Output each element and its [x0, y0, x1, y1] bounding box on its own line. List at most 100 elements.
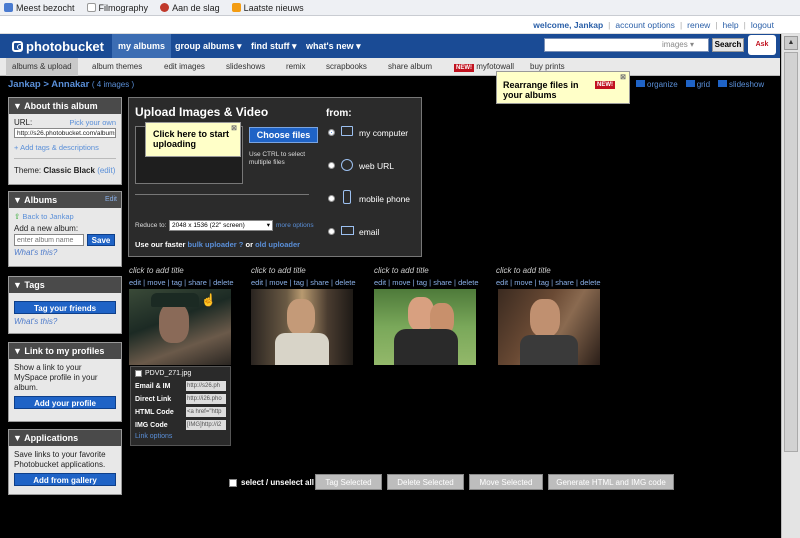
renew-link[interactable]: renew [687, 20, 710, 30]
help-link[interactable]: help [723, 20, 739, 30]
thumb-1-actions[interactable]: edit | move | tag | share | delete [129, 278, 234, 287]
subnav-album-themes[interactable]: album themes [86, 58, 148, 76]
img-code-field[interactable]: [IMG]http://i2 [186, 420, 226, 430]
firefox-icon [160, 3, 170, 12]
help-icon[interactable]: ? [239, 240, 244, 249]
subnav-slideshows[interactable]: slideshows [220, 58, 271, 76]
source-email[interactable]: email [359, 227, 379, 237]
account-options-link[interactable]: account options [615, 20, 675, 30]
bookmark-latest-news[interactable]: Laatste nieuws [231, 3, 304, 13]
subnav-remix[interactable]: remix [280, 58, 312, 76]
move-selected-button[interactable]: Move Selected [469, 474, 543, 490]
thumb-4-actions[interactable]: edit | move | tag | share | delete [496, 278, 601, 287]
choose-files-button[interactable]: Choose files [249, 127, 318, 143]
add-from-gallery-button[interactable]: Add from gallery [14, 473, 116, 486]
email-im-code-field[interactable]: http://s26.ph [186, 381, 226, 391]
thumb-2-caption[interactable]: click to add title [251, 266, 306, 275]
tag-selected-button[interactable]: Tag Selected [315, 474, 382, 490]
bookmark-most-visited[interactable]: Meest bezocht [4, 3, 75, 13]
nav-whats-new[interactable]: what's new ▾ [300, 34, 367, 58]
close-icon[interactable]: ⊠ [620, 73, 626, 81]
pick-url-link[interactable]: Pick your own [69, 118, 116, 127]
select-all-control[interactable]: select / unselect all [229, 478, 314, 487]
portrait-cap [151, 293, 199, 307]
more-options-link[interactable]: more options [276, 222, 314, 229]
edit-theme-link[interactable]: (edit) [97, 166, 115, 175]
profiles-panel: ▼ Link to my profiles Show a link to you… [8, 342, 122, 422]
thumb-3-caption[interactable]: click to add title [374, 266, 429, 275]
generate-code-button[interactable]: Generate HTML and IMG code [548, 474, 674, 490]
thumb-3-image[interactable] [374, 289, 476, 365]
select-all-checkbox[interactable] [229, 478, 237, 487]
whats-this-link[interactable]: What's this? [14, 317, 116, 326]
photobucket-logo[interactable]: photobucket [12, 38, 104, 54]
breadcrumb-user[interactable]: Jankap [8, 79, 41, 90]
new-album-input[interactable] [14, 234, 84, 246]
portrait-clothes [520, 335, 578, 365]
tags-header[interactable]: ▼ Tags [9, 277, 121, 293]
up-arrow-icon: ⇧ [14, 212, 21, 221]
tags-panel: ▼ Tags Tag your friends What's this? [8, 276, 122, 334]
view-organize[interactable]: organize [636, 80, 678, 89]
thumb-1-image[interactable]: ☝ [129, 289, 231, 365]
breadcrumb-album[interactable]: Annakar [51, 79, 89, 90]
add-profile-button[interactable]: Add your profile [14, 396, 116, 409]
thumb-3-actions[interactable]: edit | move | tag | share | delete [374, 278, 479, 287]
scroll-thumb[interactable] [784, 52, 798, 452]
thumb-2-actions[interactable]: edit | move | tag | share | delete [251, 278, 356, 287]
back-link: ⇧ Back to Jankap [14, 212, 74, 221]
select-checkbox[interactable] [135, 370, 142, 377]
nav-find-stuff[interactable]: find stuff ▾ [245, 34, 303, 58]
bookmarks-bar: Meest bezocht Filmography Aan de slag La… [0, 0, 800, 16]
bookmark-filmography[interactable]: Filmography [86, 3, 148, 13]
html-code-field[interactable]: <a href="http [186, 407, 226, 417]
thumb-4-caption[interactable]: click to add title [496, 266, 551, 275]
source-my-computer[interactable]: my computer [359, 128, 408, 138]
source-mobile-phone[interactable]: mobile phone [359, 194, 410, 204]
direct-link-field[interactable]: http://i26.pho [186, 394, 226, 404]
delete-selected-button[interactable]: Delete Selected [387, 474, 464, 490]
source-web-url[interactable]: web URL [359, 161, 394, 171]
vertical-scrollbar[interactable]: ▲ [781, 34, 800, 538]
radio-my-computer[interactable] [328, 129, 335, 136]
close-icon[interactable]: ⊠ [231, 124, 237, 134]
save-album-button[interactable]: Save [87, 234, 115, 246]
logout-link[interactable]: logout [751, 20, 774, 30]
ask-badge[interactable]: Ask [748, 35, 776, 55]
subnav-share-album[interactable]: share album [382, 58, 438, 76]
tag-friends-button[interactable]: Tag your friends [14, 301, 116, 314]
link-options-link[interactable]: Link options [135, 433, 226, 440]
scroll-up-icon[interactable]: ▲ [784, 36, 798, 50]
old-uploader-link[interactable]: old uploader [255, 240, 300, 249]
subnav-albums-upload[interactable]: albums & upload [6, 58, 78, 76]
album-url-field[interactable]: http://s26.photobucket.com/albums [14, 128, 116, 138]
bookmark-getting-started[interactable]: Aan de slag [160, 3, 220, 13]
nav-my-albums[interactable]: my albums [112, 34, 172, 58]
about-header[interactable]: ▼ About this album [9, 98, 121, 114]
profiles-header[interactable]: ▼ Link to my profiles [9, 343, 121, 359]
thumb-4-image[interactable] [498, 289, 600, 365]
whats-this-link[interactable]: What's this? [14, 248, 116, 257]
reduce-size-select[interactable]: 2048 x 1536 (22" screen) ▾ [169, 220, 273, 231]
view-grid[interactable]: grid [685, 80, 710, 89]
albums-header[interactable]: ▼ Albums Edit [9, 192, 121, 208]
subnav-edit-images[interactable]: edit images [158, 58, 211, 76]
radio-mobile-phone[interactable] [328, 195, 335, 202]
thumb-1-caption[interactable]: click to add title [129, 266, 184, 275]
user-bar: welcome, Jankap | account options | renew |… [0, 16, 800, 34]
subnav-scrapbooks[interactable]: scrapbooks [320, 58, 373, 76]
search-button[interactable]: Search [712, 38, 744, 52]
albums-panel: ▼ Albums Edit ⇧ Back to Jankap Add a new … [8, 191, 122, 267]
radio-web-url[interactable] [328, 162, 335, 169]
radio-email[interactable] [328, 228, 335, 235]
search-input[interactable]: images ▾ [544, 38, 709, 52]
applications-header[interactable]: ▼ Applications [9, 430, 121, 446]
edit-albums-link[interactable]: Edit [105, 192, 117, 208]
bulk-uploader-link[interactable]: bulk uploader [188, 240, 237, 249]
search-scope-select[interactable]: images ▾ [662, 40, 694, 49]
thumb-2-image[interactable] [251, 289, 353, 365]
view-slideshow[interactable]: slideshow [718, 80, 764, 89]
nav-group-albums[interactable]: group albums ▾ [169, 34, 248, 58]
image-detail-panel: PDVD_271.jpg Email & IM http://s26.ph Dir… [130, 366, 231, 446]
new-badge: NEW! [595, 81, 615, 89]
